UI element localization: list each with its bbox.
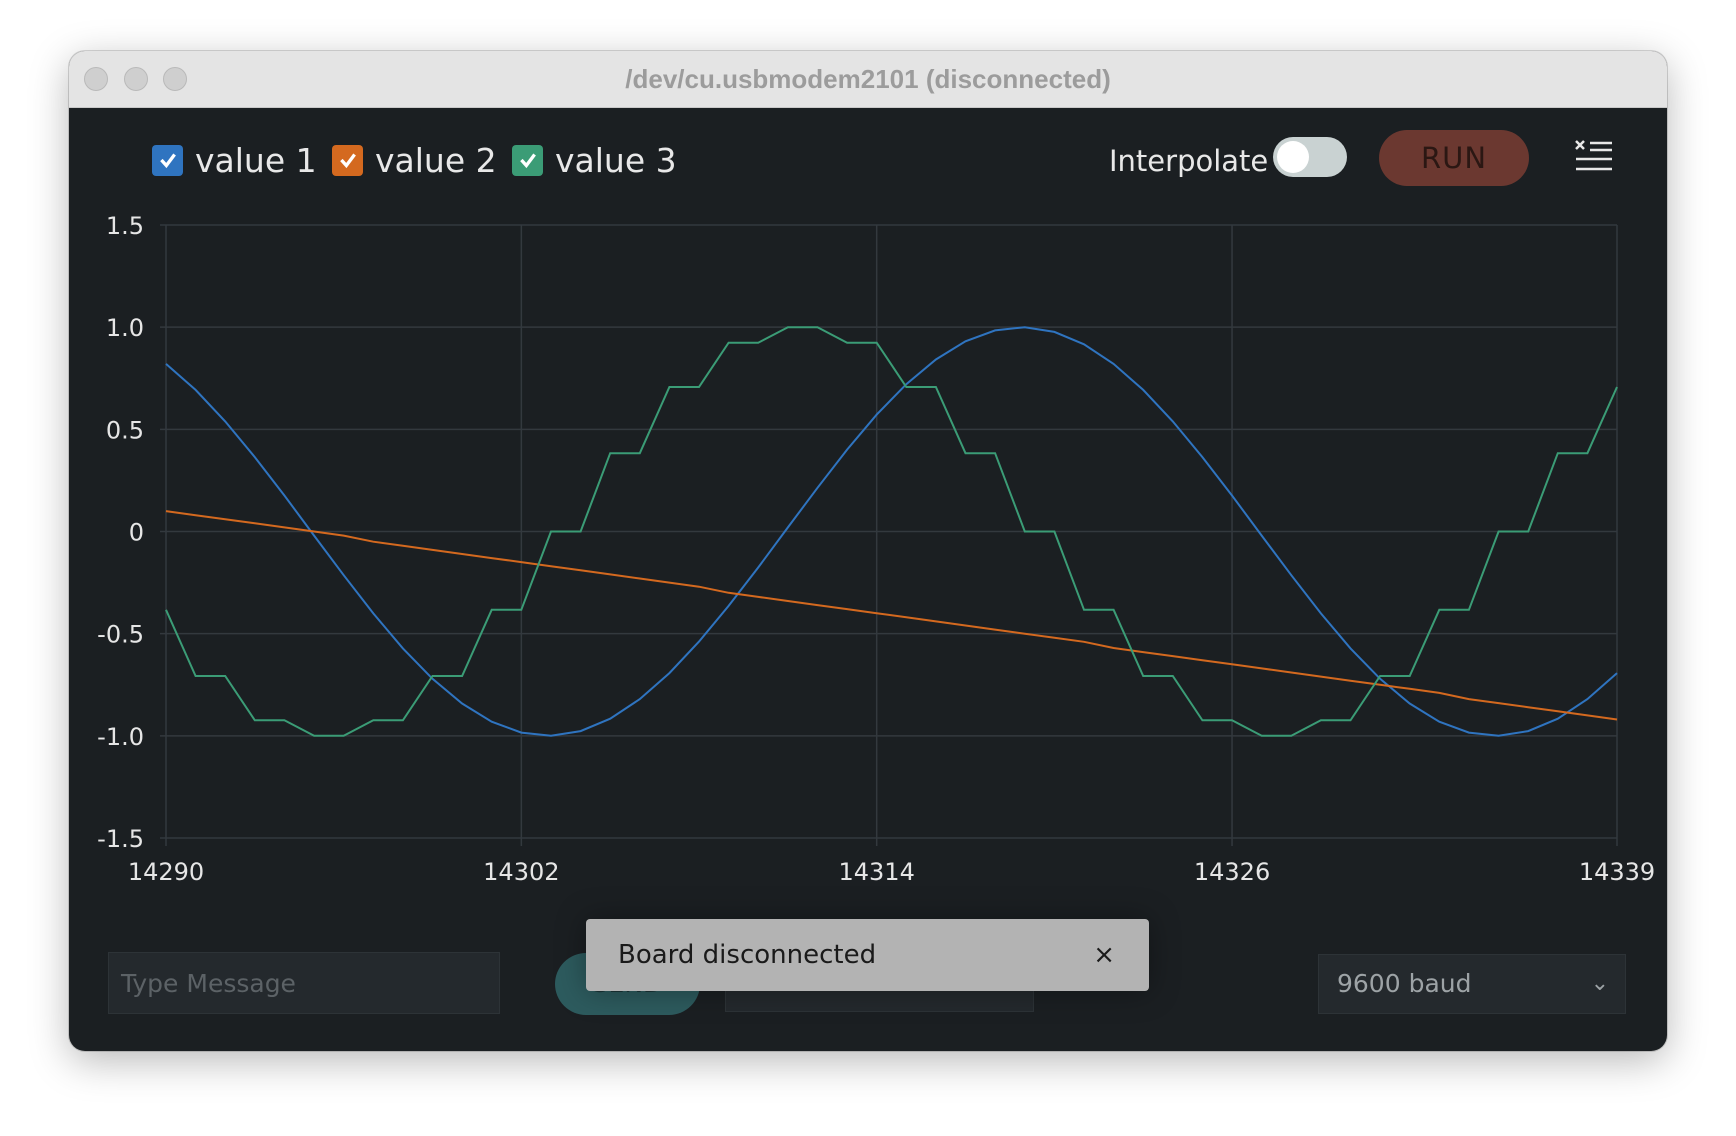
series-line-value-2 <box>165 510 1618 721</box>
interpolate-toggle[interactable] <box>1273 137 1347 177</box>
close-icon[interactable]: × <box>1093 919 1115 991</box>
checkbox-value-1[interactable] <box>152 144 183 176</box>
y-tick-label: 0 <box>129 519 144 547</box>
legend-label: value 3 <box>555 140 677 180</box>
legend-label: value 1 <box>195 140 317 180</box>
notification-toast: Board disconnected × <box>586 919 1149 991</box>
message-input[interactable]: Type Message <box>108 952 500 1014</box>
baud-rate-value: 9600 baud <box>1337 969 1472 998</box>
checkbox-value-2[interactable] <box>332 144 363 176</box>
x-tick-label: 14302 <box>483 858 559 886</box>
checkmark-icon <box>339 153 356 169</box>
x-tick-label: 14339 <box>1579 858 1655 886</box>
toast-message: Board disconnected <box>618 940 877 970</box>
legend-value-1[interactable]: value 1 <box>152 140 317 180</box>
x-tick-label: 14326 <box>1194 858 1270 886</box>
toggle-knob <box>1277 141 1309 173</box>
run-button[interactable]: RUN <box>1379 130 1529 186</box>
checkmark-icon <box>519 153 536 169</box>
y-tick-label: -1.0 <box>97 723 144 751</box>
y-tick-label: 1.0 <box>106 314 144 342</box>
x-tick-label: 14314 <box>839 858 915 886</box>
chevron-down-icon: ⌄ <box>1590 971 1609 996</box>
baud-rate-select[interactable]: 9600 baud ⌄ <box>1318 954 1626 1014</box>
y-tick-label: -1.5 <box>97 825 144 853</box>
checkmark-icon <box>159 153 176 169</box>
legend-label: value 2 <box>375 140 497 180</box>
y-tick-label: 0.5 <box>106 416 144 444</box>
clear-list-icon[interactable] <box>1574 139 1614 175</box>
legend-value-3[interactable]: value 3 <box>512 140 677 180</box>
checkbox-value-3[interactable] <box>512 144 543 176</box>
y-tick-label: -0.5 <box>97 621 144 649</box>
interpolate-label: Interpolate <box>1109 144 1269 178</box>
plot-chart: 1.5 1.0 0.5 0 -0.5 -1.0 -1.5 14290 14302 14314 143… <box>97 212 1655 886</box>
y-tick-label: 1.5 <box>106 212 144 240</box>
legend-value-2[interactable]: value 2 <box>332 140 497 180</box>
serial-plotter-window: /dev/cu.usbmodem2101 (disconnected) 1.5 1… <box>69 51 1667 1051</box>
x-tick-label: 14290 <box>128 858 204 886</box>
